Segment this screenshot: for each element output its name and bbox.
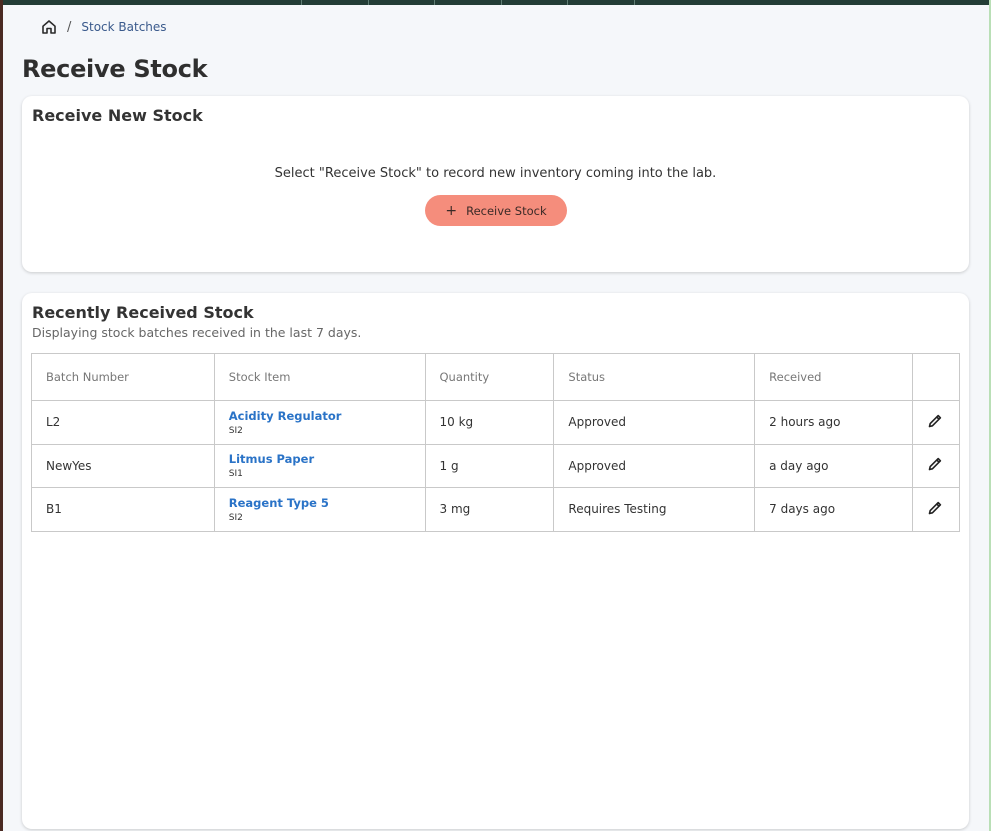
column-header-actions <box>911 353 961 401</box>
status-cell: Approved <box>553 400 756 445</box>
stock-item-code: SI1 <box>228 469 243 480</box>
column-header-stock-item: Stock Item <box>213 353 426 401</box>
actions-cell <box>911 487 961 532</box>
received-cell: a day ago <box>754 443 913 488</box>
stock-item-link[interactable]: Acidity Regulator <box>229 409 411 423</box>
received-cell: 7 days ago <box>754 487 913 532</box>
top-bar <box>0 0 991 5</box>
actions-cell <box>911 400 961 445</box>
top-bar-divider <box>634 0 635 5</box>
table-row: NewYes Litmus Paper SI1 1 g Approved a d… <box>31 443 961 488</box>
stock-item-cell: Acidity Regulator SI2 <box>213 400 426 445</box>
recent-card-title: Recently Received Stock <box>32 303 254 322</box>
left-edge <box>0 0 3 831</box>
table-header-row: Batch Number Stock Item Quantity Status … <box>31 353 961 401</box>
actions-cell <box>911 443 961 488</box>
top-bar-divider <box>434 0 435 5</box>
top-bar-divider <box>368 0 369 5</box>
table-row: B1 Reagent Type 5 SI2 3 mg Requires Test… <box>31 487 961 532</box>
stock-item-link[interactable]: Reagent Type 5 <box>229 496 411 510</box>
stock-item-code: SI2 <box>228 425 243 436</box>
top-bar-divider <box>501 0 502 5</box>
batch-number-cell: NewYes <box>31 443 215 488</box>
receive-stock-button[interactable]: + Receive Stock <box>425 195 567 226</box>
column-header-batch-number: Batch Number <box>31 353 215 401</box>
stock-item-cell: Litmus Paper SI1 <box>213 443 426 488</box>
received-cell: 2 hours ago <box>754 400 913 445</box>
column-header-quantity: Quantity <box>424 353 555 401</box>
batch-number-cell: L2 <box>31 400 215 445</box>
pencil-icon[interactable] <box>927 456 943 472</box>
stock-item-code: SI2 <box>228 512 243 523</box>
quantity-cell: 1 g <box>424 443 555 488</box>
home-icon[interactable] <box>41 19 57 35</box>
top-bar-divider <box>301 0 302 5</box>
status-cell: Approved <box>553 443 756 488</box>
receive-card-title: Receive New Stock <box>32 106 203 125</box>
stock-batches-table: Batch Number Stock Item Quantity Status … <box>31 353 961 532</box>
page-title: Receive Stock <box>22 55 208 83</box>
pencil-icon[interactable] <box>927 500 943 516</box>
breadcrumb-stock-batches[interactable]: Stock Batches <box>81 20 166 34</box>
column-header-status: Status <box>553 353 756 401</box>
pencil-icon[interactable] <box>927 413 943 429</box>
status-cell: Requires Testing <box>553 487 756 532</box>
quantity-cell: 3 mg <box>424 487 555 532</box>
top-bar-divider <box>567 0 568 5</box>
quantity-cell: 10 kg <box>424 400 555 445</box>
recent-stock-card: Recently Received Stock Displaying stock… <box>22 293 969 829</box>
receive-stock-button-label: Receive Stock <box>466 203 547 218</box>
breadcrumb: / Stock Batches <box>41 18 167 36</box>
receive-new-stock-card: Receive New Stock Select "Receive Stock"… <box>22 96 969 272</box>
stock-item-link[interactable]: Litmus Paper <box>229 452 411 466</box>
receive-card-message: Select "Receive Stock" to record new inv… <box>274 166 717 181</box>
breadcrumb-separator: / <box>67 19 72 35</box>
plus-icon: + <box>445 202 458 219</box>
recent-card-subtitle: Displaying stock batches received in the… <box>32 325 362 340</box>
table-row: L2 Acidity Regulator SI2 10 kg Approved … <box>31 400 961 445</box>
batch-number-cell: B1 <box>31 487 215 532</box>
stock-item-cell: Reagent Type 5 SI2 <box>213 487 426 532</box>
column-header-received: Received <box>754 353 913 401</box>
